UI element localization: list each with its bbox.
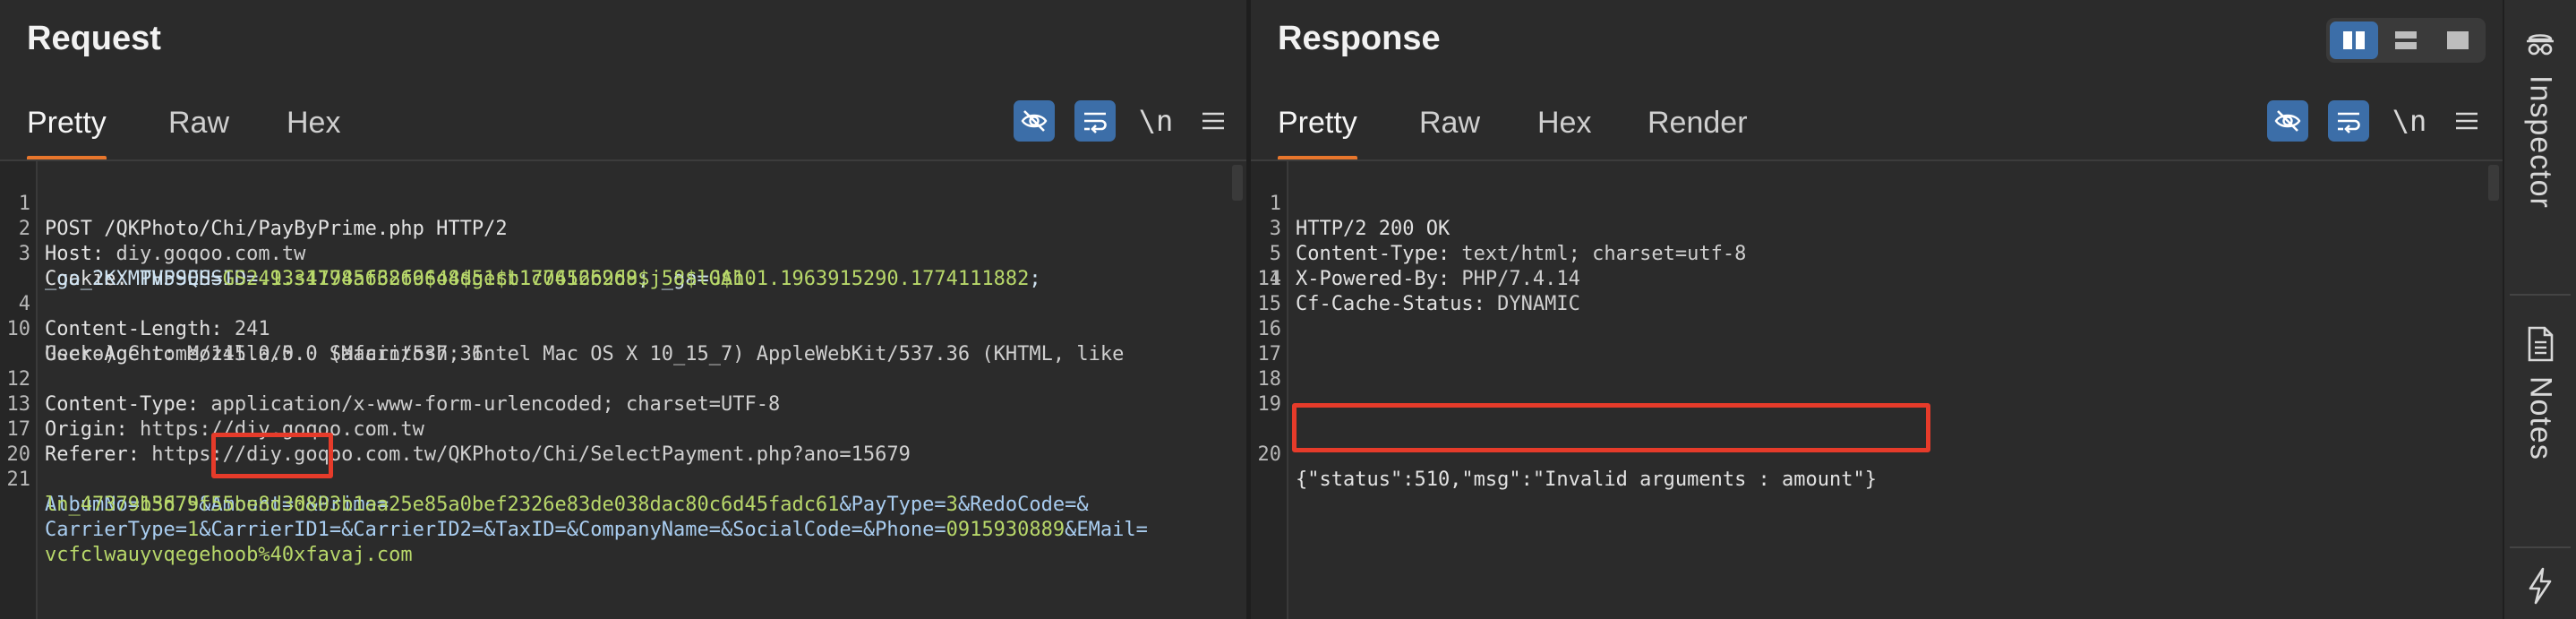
inspector-button[interactable]: Inspector — [2504, 27, 2576, 209]
response-menu-button[interactable] — [2446, 100, 2487, 142]
response-tab-pretty[interactable]: Pretty — [1278, 97, 1357, 161]
side-rail: Inspector Notes — [2503, 0, 2576, 619]
response-tab-hex[interactable]: Hex — [1537, 97, 1591, 161]
menu-icon — [1202, 112, 1224, 130]
request-tab-hex[interactable]: Hex — [287, 97, 340, 161]
code-line-wrapped: CarrierType=1&CarrierID1=&CarrierID2=&Ta… — [0, 493, 1236, 541]
wrap-icon — [2338, 112, 2360, 133]
code-line: 12 Content-Type: application/x-www-form-… — [6, 368, 781, 416]
layout-stack-icon — [2395, 31, 2417, 49]
request-code: 1 POST /QKPhoto/Chi/PayByPrime.php HTTP/… — [0, 167, 1236, 566]
response-code: 1 HTTP/2 200 OK 3 Content-Type: text/htm… — [1251, 167, 2492, 491]
wrap-icon — [1084, 112, 1107, 133]
request-wrap-toggle[interactable] — [1074, 100, 1116, 142]
request-title: Request — [27, 20, 161, 57]
hide-icon — [2274, 110, 2301, 132]
layout-split-button[interactable] — [2330, 21, 2378, 59]
request-tab-pretty[interactable]: Pretty — [27, 97, 107, 161]
code-line: 19 — [1257, 393, 1282, 416]
code-line: 1 HTTP/2 200 OK — [1269, 193, 1451, 240]
rail-divider — [2510, 294, 2571, 296]
code-line-wrapped: vcfclwauyvqegehoob%40xfavaj.com — [0, 518, 1236, 566]
code-line: 1 POST /QKPhoto/Chi/PayByPrime.php HTTP/… — [18, 193, 508, 240]
code-line: 15 — [1257, 293, 1282, 315]
request-pane: Request Pretty Raw Hex \n 1 POST /QKPhot… — [0, 0, 1246, 619]
code-line-wrapped: ln_47379b3d75f55be8d3d803b1aa25e85a0bef2… — [0, 468, 1236, 516]
code-line: 11 Cf-Cache-Status: DYNAMIC — [1257, 268, 1580, 315]
notes-button[interactable]: Notes — [2504, 324, 2576, 460]
request-tab-raw[interactable]: Raw — [168, 97, 229, 161]
layout-switcher — [2326, 18, 2486, 63]
code-line: 3 Content-Type: text/html; charset=utf-8 — [1269, 218, 1747, 265]
response-body-json: {"status":510,"msg":"Invalid arguments :… — [1296, 469, 1878, 491]
response-wrap-toggle[interactable] — [2328, 100, 2369, 142]
request-newline-toggle[interactable]: \n — [1135, 100, 1177, 142]
layout-stack-button[interactable] — [2382, 21, 2430, 59]
code-line-wrapped: Gecko) Chrome/145.0.0.0 Safari/537.36 — [0, 317, 1236, 365]
code-line: 5 X-Powered-By: PHP/7.4.14 — [1269, 243, 1580, 290]
inspector-label: Inspector — [2523, 75, 2558, 209]
code-line: 3 Cookie: PHPSESSID=49334198af38f9648d5e… — [18, 243, 1041, 290]
response-newline-toggle[interactable]: \n — [2389, 100, 2430, 142]
layout-single-button[interactable] — [2434, 21, 2482, 59]
response-editor[interactable]: 1 HTTP/2 200 OK 3 Content-Type: text/htm… — [1251, 161, 2503, 619]
param-value: vcfclwauyvqegehoob%40xfavaj.com — [45, 544, 413, 566]
request-editor[interactable]: 1 POST /QKPhoto/Chi/PayByPrime.php HTTP/… — [0, 161, 1246, 619]
code-line: 17 Referer: https://diy.goqoo.com.tw/QKP… — [6, 418, 911, 466]
code-line: 4 Content-Length: 241 — [18, 293, 270, 340]
layout-split-icon — [2343, 31, 2365, 49]
notes-label: Notes — [2523, 376, 2558, 460]
response-pane: Response Pretty Raw Hex Render \n 1 HTTP… — [1251, 0, 2503, 619]
code-line: 2 Host: diy.goqoo.com.tw — [18, 218, 306, 265]
code-line: 20 — [6, 443, 31, 466]
hide-icon — [1021, 110, 1048, 132]
code-line: 16 — [1257, 318, 1282, 340]
code-line: 17 — [1257, 343, 1282, 365]
bolt-icon — [2529, 567, 2552, 605]
response-tab-raw[interactable]: Raw — [1419, 97, 1480, 161]
request-tabs: Pretty Raw Hex — [0, 97, 1246, 161]
rail-divider — [2510, 546, 2571, 548]
code-line: 21 AlbumNo=15679&Amount=0&Prime= — [6, 469, 389, 516]
code-line: 18 — [1257, 368, 1282, 391]
inspector-icon — [2527, 34, 2554, 56]
response-tab-render[interactable]: Render — [1647, 97, 1748, 161]
request-menu-button[interactable] — [1193, 100, 1234, 142]
response-title: Response — [1278, 20, 1441, 57]
code-line: 13 Origin: https://diy.goqoo.com.tw — [6, 393, 424, 441]
code-line: 20 {"status":510,"msg":"Invalid argument… — [1257, 443, 1878, 491]
request-hide-toggle[interactable] — [1014, 100, 1055, 142]
response-tabs: Pretty Raw Hex Render — [1251, 97, 2503, 161]
code-line: 14 — [1257, 268, 1282, 290]
response-hide-toggle[interactable] — [2267, 100, 2308, 142]
notes-icon — [2528, 326, 2554, 362]
code-line: 10 User-Agent: Mozilla/5.0 (Macintosh; I… — [6, 318, 1125, 365]
layout-single-icon — [2447, 31, 2469, 49]
menu-icon — [2456, 112, 2478, 130]
bolt-button[interactable] — [2504, 566, 2576, 606]
code-line-wrapped: _ga_2KXMTV59QH=GS2.1.s1774566266$o4$g1$t… — [0, 242, 1236, 290]
